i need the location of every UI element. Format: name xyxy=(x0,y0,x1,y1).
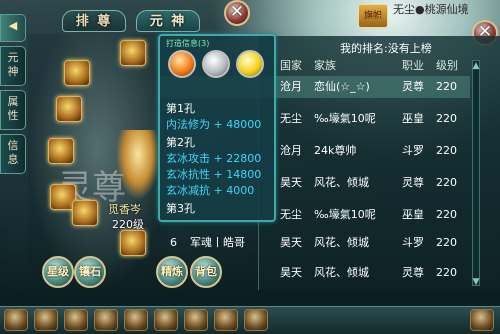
row-level: 220 xyxy=(436,144,457,157)
scroll-up-icon[interactable]: ▲ xyxy=(470,60,482,72)
row-country: 沧月 xyxy=(280,144,302,157)
equip-slot[interactable] xyxy=(64,60,90,86)
table-row[interactable]: 6 军魂丨皓哥 昊天 风花、倾城 斗罗 220 xyxy=(160,232,470,254)
mount-icon[interactable] xyxy=(124,309,148,331)
close-icon: ✕ xyxy=(229,2,245,22)
slot2-stat: 玄冰减抗 + 4000 xyxy=(166,184,255,197)
row-country: 昊天 xyxy=(280,236,302,249)
table-row[interactable]: 昊天 风花、倾城 灵尊 220 xyxy=(160,262,470,284)
side-tab-yuanshen[interactable]: 元 神 xyxy=(0,46,26,86)
row-family: ‰壕氣10呢 xyxy=(314,112,376,125)
server-name: 无尘●桃源仙境 xyxy=(393,3,469,16)
ranking-scrollbar[interactable] xyxy=(472,60,480,286)
hero-figure xyxy=(116,130,160,200)
row-job: 巫皇 xyxy=(402,112,424,125)
row-level: 220 xyxy=(436,176,457,189)
header-job: 职业 xyxy=(402,59,424,72)
character-panel: 灵尊 觅香岑 220级 xyxy=(28,34,168,292)
tab-rank[interactable]: 排 尊 xyxy=(62,10,126,32)
row-family: 风花、倾城 xyxy=(314,176,369,189)
row-family: 24k尊帅 xyxy=(314,144,357,157)
row-job: 灵尊 xyxy=(402,176,424,189)
flag-button[interactable]: 旗帜 xyxy=(358,4,388,28)
side-tab-info[interactable]: 信 息 xyxy=(0,134,26,174)
row-level: 220 xyxy=(436,80,457,93)
side-tab-back[interactable]: ◀ xyxy=(0,14,26,42)
slot2-stat: 玄冰攻击 + 22800 xyxy=(166,152,262,165)
tooltip-title: 打造信息(3) xyxy=(166,39,210,48)
row-job: 巫皇 xyxy=(402,208,424,221)
top-bar: 排 尊 元 神 ✕ 旗帜 无尘●桃源仙境 ✕ xyxy=(0,0,500,46)
side-menu: ◀ 元 神 属 性 信 息 xyxy=(0,14,26,178)
equip-slot[interactable] xyxy=(72,200,98,226)
gem-socket-3[interactable] xyxy=(236,50,264,78)
row-country: 沧月 xyxy=(280,80,302,93)
menu-icon[interactable] xyxy=(4,309,28,331)
row-job: 灵尊 xyxy=(402,80,424,93)
row-level: 220 xyxy=(436,112,457,125)
equip-slot[interactable] xyxy=(56,96,82,122)
gem-socket-1[interactable] xyxy=(168,50,196,78)
pet-icon[interactable] xyxy=(94,309,118,331)
slot2-header: 第2孔 xyxy=(166,136,195,149)
flag-label: 旗帜 xyxy=(363,11,382,21)
star-level-button[interactable]: 星级 xyxy=(42,256,74,288)
row-family: 恋仙(☆_☆) xyxy=(314,80,370,93)
scroll-down-icon[interactable]: ▼ xyxy=(470,276,482,288)
close-panel-button[interactable]: ✕ xyxy=(224,0,250,26)
shop-icon[interactable] xyxy=(184,309,208,331)
slot1-stat: 内法修为 + 48000 xyxy=(166,118,262,131)
tab-yuanshen[interactable]: 元 神 xyxy=(136,10,200,32)
row-family: 风花、倾城 xyxy=(314,236,369,249)
row-job: 斗罗 xyxy=(402,236,424,249)
side-tab-attributes[interactable]: 属 性 xyxy=(0,90,26,130)
character-icon[interactable] xyxy=(34,309,58,331)
row-country: 无尘 xyxy=(280,208,302,221)
my-rank: 我的排名:没有上榜 xyxy=(340,42,432,55)
row-country: 昊天 xyxy=(280,266,302,279)
gem-socket-2[interactable] xyxy=(202,50,230,78)
slot2-stat: 玄冰抗性 + 14800 xyxy=(166,168,262,181)
mail-icon[interactable] xyxy=(214,309,238,331)
slot3-header: 第3孔 xyxy=(166,202,195,215)
skill-icon[interactable] xyxy=(64,309,88,331)
header-level: 级别 xyxy=(436,59,458,72)
row-country: 昊天 xyxy=(280,176,302,189)
row-job: 灵尊 xyxy=(402,266,424,279)
row-rank: 6 xyxy=(170,236,177,249)
ranking-header: 国家 家族 职业 级别 xyxy=(268,57,498,73)
chat-icon[interactable] xyxy=(470,309,494,331)
settings-icon[interactable] xyxy=(244,309,268,331)
row-level: 220 xyxy=(436,236,457,249)
row-name: 军魂丨皓哥 xyxy=(190,236,245,249)
header-family: 家族 xyxy=(314,59,336,72)
row-job: 斗罗 xyxy=(402,144,424,157)
row-level: 220 xyxy=(436,266,457,279)
header-country: 国家 xyxy=(280,59,302,72)
hero-level: 220级 xyxy=(112,218,144,231)
equip-slot[interactable] xyxy=(120,40,146,66)
row-country: 无尘 xyxy=(280,112,302,125)
equip-slot[interactable] xyxy=(48,138,74,164)
row-family: 风花、倾城 xyxy=(314,266,369,279)
back-icon: ◀ xyxy=(8,19,18,32)
row-level: 220 xyxy=(436,208,457,221)
guild-icon[interactable] xyxy=(154,309,178,331)
hero-name: 觅香岑 xyxy=(108,203,141,216)
row-family: ‰壕氣10呢 xyxy=(314,208,376,221)
slot1-header: 第1孔 xyxy=(166,102,195,115)
equip-slot[interactable] xyxy=(120,230,146,256)
upgrade-button[interactable]: 镶石 xyxy=(74,256,106,288)
